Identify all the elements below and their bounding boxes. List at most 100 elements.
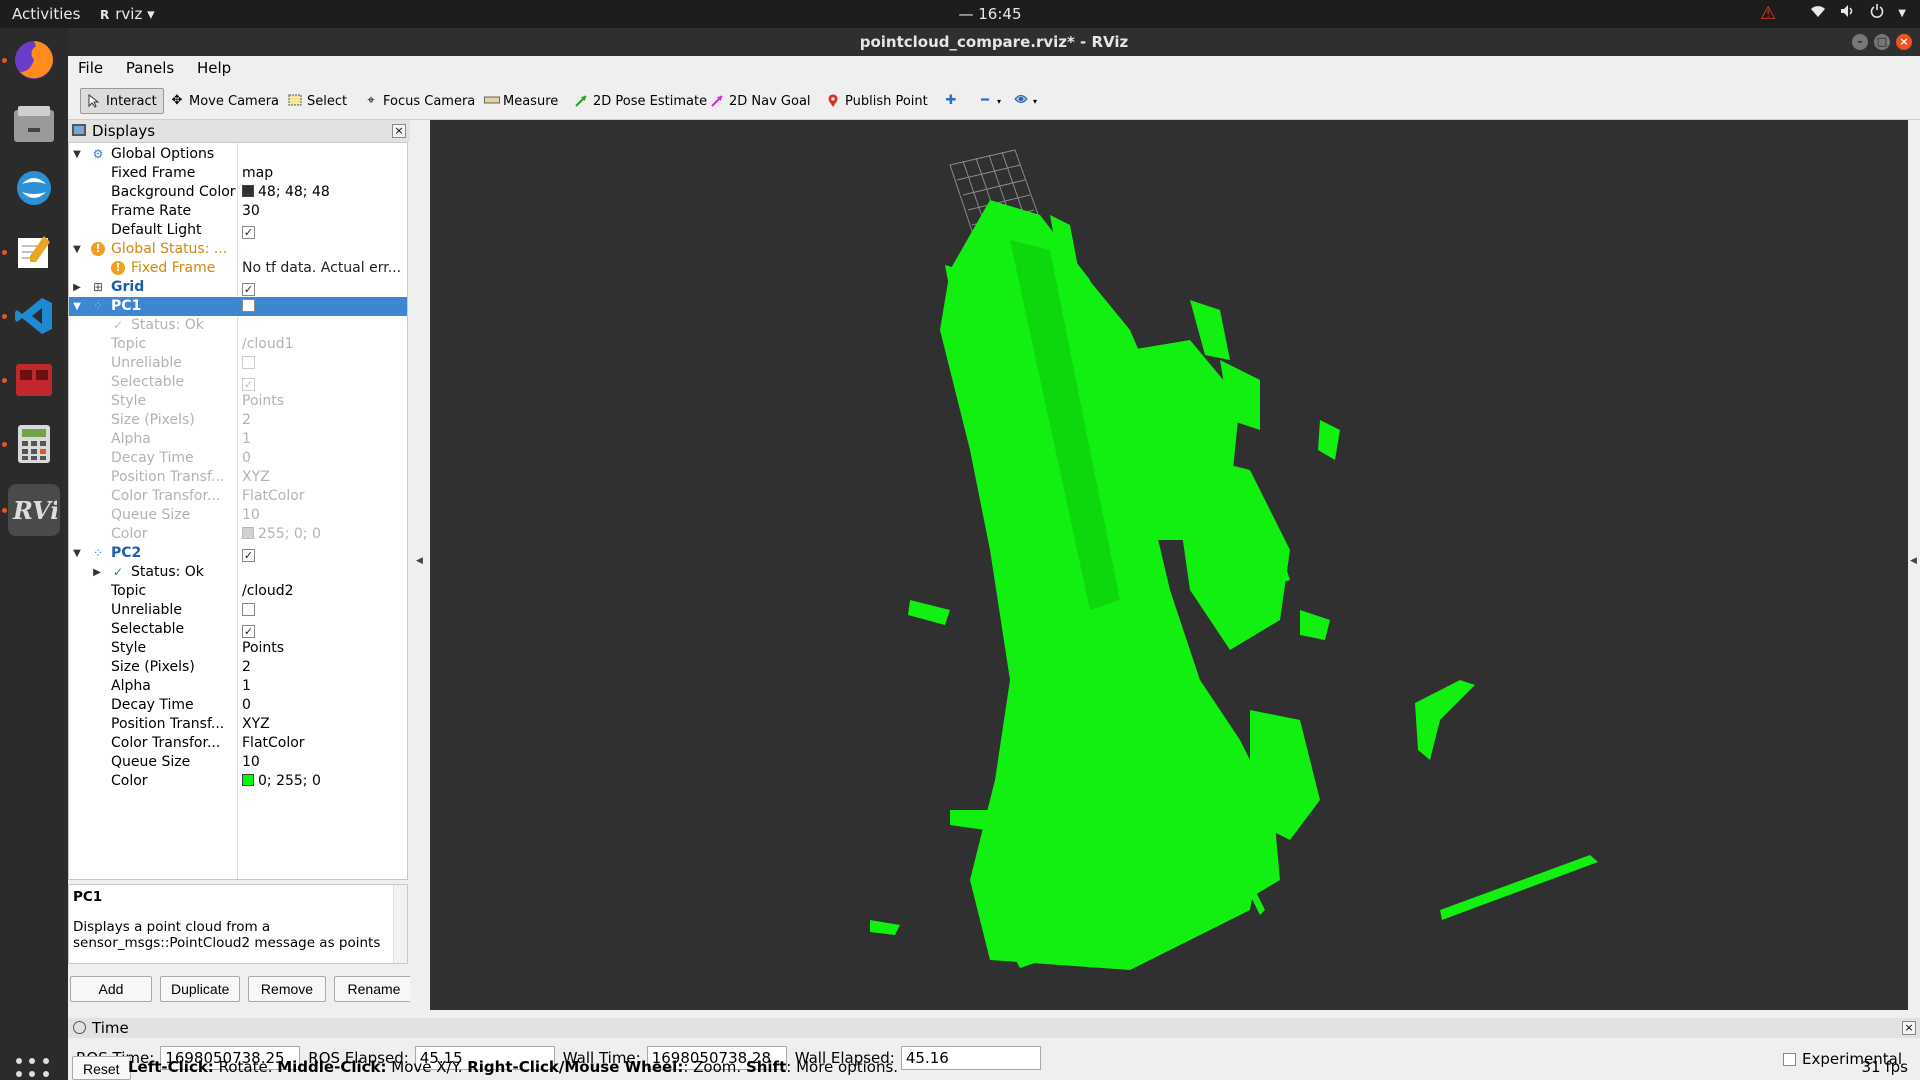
app-icon[interactable] xyxy=(8,162,60,214)
collapse-arrow-icon[interactable]: ▶ xyxy=(71,278,83,297)
remove-display-button[interactable]: Remove xyxy=(248,976,326,1002)
expand-arrow-icon[interactable]: ▼ xyxy=(71,145,83,164)
collapse-left-arrow-icon[interactable]: ◀ xyxy=(416,556,423,566)
nav-goal-tool-button[interactable]: 2D Nav Goal xyxy=(704,88,817,114)
pc2-color-transformer-row[interactable]: Color Transfor... FlatColor xyxy=(69,734,407,753)
rviz-icon[interactable]: RViz xyxy=(8,484,60,536)
pc2-display-row[interactable]: ▼ ⁘ PC2 ✓ xyxy=(69,544,407,563)
pc1-status-row[interactable]: ✓ Status: Ok xyxy=(69,316,407,335)
move-camera-tool-button[interactable]: ✥ Move Camera xyxy=(164,88,285,114)
pc2-color-row[interactable]: Color 0; 255; 0 xyxy=(69,772,407,791)
pc2-queue-size-value[interactable]: 10 xyxy=(242,753,260,772)
expand-arrow-icon[interactable]: ▼ xyxy=(71,297,83,316)
menu-panels[interactable]: Panels xyxy=(116,56,182,77)
pc2-unreliable-row[interactable]: Unreliable xyxy=(69,601,407,620)
firefox-icon[interactable] xyxy=(8,34,60,86)
collapse-arrow-icon[interactable]: ▶ xyxy=(91,563,103,582)
pc2-size-row[interactable]: Size (Pixels) 2 xyxy=(69,658,407,677)
pc1-queue-size-value[interactable]: 10 xyxy=(242,506,260,525)
pc1-display-row[interactable]: ▼ ⁘ PC1 xyxy=(69,297,407,316)
minimize-button[interactable]: – xyxy=(1852,34,1868,50)
measure-tool-button[interactable]: Measure xyxy=(478,88,564,114)
pc2-style-row[interactable]: Style Points xyxy=(69,639,407,658)
pc2-size-value[interactable]: 2 xyxy=(242,658,251,677)
close-panel-icon[interactable]: × xyxy=(1902,1021,1916,1035)
pc1-color-transformer-row[interactable]: Color Transfor... FlatColor xyxy=(69,487,407,506)
calculator-icon[interactable] xyxy=(8,418,60,470)
pc1-checkbox[interactable] xyxy=(242,299,255,312)
add-tool-button[interactable]: ✚ xyxy=(938,88,964,114)
publish-point-tool-button[interactable]: Publish Point xyxy=(820,88,934,114)
pc2-status-row[interactable]: ▶ ✓ Status: Ok xyxy=(69,563,407,582)
pc1-size-value[interactable]: 2 xyxy=(242,411,251,430)
pc1-style-row[interactable]: Style Points xyxy=(69,392,407,411)
default-light-row[interactable]: Default Light ✓ xyxy=(69,221,407,240)
description-scrollbar[interactable] xyxy=(393,885,407,963)
default-light-checkbox[interactable]: ✓ xyxy=(242,226,255,239)
frame-rate-value[interactable]: 30 xyxy=(242,202,260,221)
terminal-icon[interactable] xyxy=(8,354,60,406)
vscode-icon[interactable] xyxy=(8,290,60,342)
menu-file[interactable]: File xyxy=(68,56,111,77)
pc1-unreliable-checkbox[interactable] xyxy=(242,356,255,369)
pc1-selectable-checkbox[interactable]: ✓ xyxy=(242,378,255,391)
duplicate-display-button[interactable]: Duplicate xyxy=(160,976,240,1002)
files-icon[interactable] xyxy=(8,98,60,150)
global-status-row[interactable]: ▼ ! Global Status: ... xyxy=(69,240,407,259)
pc2-selectable-row[interactable]: Selectable ✓ xyxy=(69,620,407,639)
fixed-frame-row[interactable]: Fixed Frame map xyxy=(69,164,407,183)
pc1-selectable-row[interactable]: Selectable ✓ xyxy=(69,373,407,392)
pc1-size-row[interactable]: Size (Pixels) 2 xyxy=(69,411,407,430)
pc2-selectable-checkbox[interactable]: ✓ xyxy=(242,625,255,638)
fixed-frame-value[interactable]: map xyxy=(242,164,273,183)
close-button[interactable]: × xyxy=(1896,34,1912,50)
pc2-topic-value[interactable]: /cloud2 xyxy=(242,582,294,601)
pc2-alpha-value[interactable]: 1 xyxy=(242,677,251,696)
color-swatch[interactable] xyxy=(242,774,254,786)
color-swatch[interactable] xyxy=(242,527,254,539)
frame-rate-row[interactable]: Frame Rate 30 xyxy=(69,202,407,221)
system-tray[interactable]: ▼ xyxy=(1810,4,1906,22)
grid-checkbox[interactable]: ✓ xyxy=(242,283,255,296)
add-display-button[interactable]: Add xyxy=(70,976,152,1002)
pc2-color-transformer-value[interactable]: FlatColor xyxy=(242,734,305,753)
pc2-decay-row[interactable]: Decay Time 0 xyxy=(69,696,407,715)
pc1-decay-row[interactable]: Decay Time 0 xyxy=(69,449,407,468)
pc1-style-value[interactable]: Points xyxy=(242,392,284,411)
collapse-right-arrow-icon[interactable]: ◀ xyxy=(1910,556,1917,566)
pc1-alpha-value[interactable]: 1 xyxy=(242,430,251,449)
pc2-position-transformer-value[interactable]: XYZ xyxy=(242,715,270,734)
pose-estimate-tool-button[interactable]: 2D Pose Estimate xyxy=(568,88,713,114)
grid-display-row[interactable]: ▶ ⊞ Grid ✓ xyxy=(69,278,407,297)
pc1-unreliable-row[interactable]: Unreliable xyxy=(69,354,407,373)
pc1-position-transformer-value[interactable]: XYZ xyxy=(242,468,270,487)
pc1-alpha-row[interactable]: Alpha 1 xyxy=(69,430,407,449)
pc1-topic-value[interactable]: /cloud1 xyxy=(242,335,294,354)
pc2-topic-row[interactable]: Topic /cloud2 xyxy=(69,582,407,601)
right-panel-splitter[interactable]: ◀ xyxy=(1908,120,1920,1010)
pc1-decay-value[interactable]: 0 xyxy=(242,449,251,468)
color-swatch[interactable] xyxy=(242,185,254,197)
background-color-row[interactable]: Background Color 48; 48; 48 xyxy=(69,183,407,202)
window-title-bar[interactable]: pointcloud_compare.rviz* - RViz – □ × xyxy=(68,28,1920,56)
pc2-position-transformer-row[interactable]: Position Transf... XYZ xyxy=(69,715,407,734)
maximize-button[interactable]: □ xyxy=(1874,34,1890,50)
left-panel-splitter[interactable]: ◀ xyxy=(410,120,430,1010)
status-fixed-frame-row[interactable]: ! Fixed Frame No tf data. Actual err... xyxy=(69,259,407,278)
pc2-decay-value[interactable]: 0 xyxy=(242,696,251,715)
pc2-checkbox[interactable]: ✓ xyxy=(242,549,255,562)
pc2-style-value[interactable]: Points xyxy=(242,639,284,658)
pc1-color-row[interactable]: Color 255; 0; 0 xyxy=(69,525,407,544)
interact-tool-button[interactable]: Interact xyxy=(80,88,164,114)
global-options-row[interactable]: ▼ ⚙ Global Options xyxy=(69,145,407,164)
show-applications-icon[interactable] xyxy=(16,1058,50,1080)
close-panel-icon[interactable]: × xyxy=(392,124,406,138)
pc1-color-transformer-value[interactable]: FlatColor xyxy=(242,487,305,506)
activities-button[interactable]: Activities xyxy=(12,5,80,23)
expand-arrow-icon[interactable]: ▼ xyxy=(71,544,83,563)
warning-icon[interactable]: ⚠ xyxy=(1760,3,1776,24)
menu-help[interactable]: Help xyxy=(187,56,239,77)
reset-button[interactable]: Reset xyxy=(72,1056,131,1080)
pc2-color-value[interactable]: 0; 255; 0 xyxy=(258,773,321,789)
clock[interactable]: — 16:45 xyxy=(930,5,1050,23)
